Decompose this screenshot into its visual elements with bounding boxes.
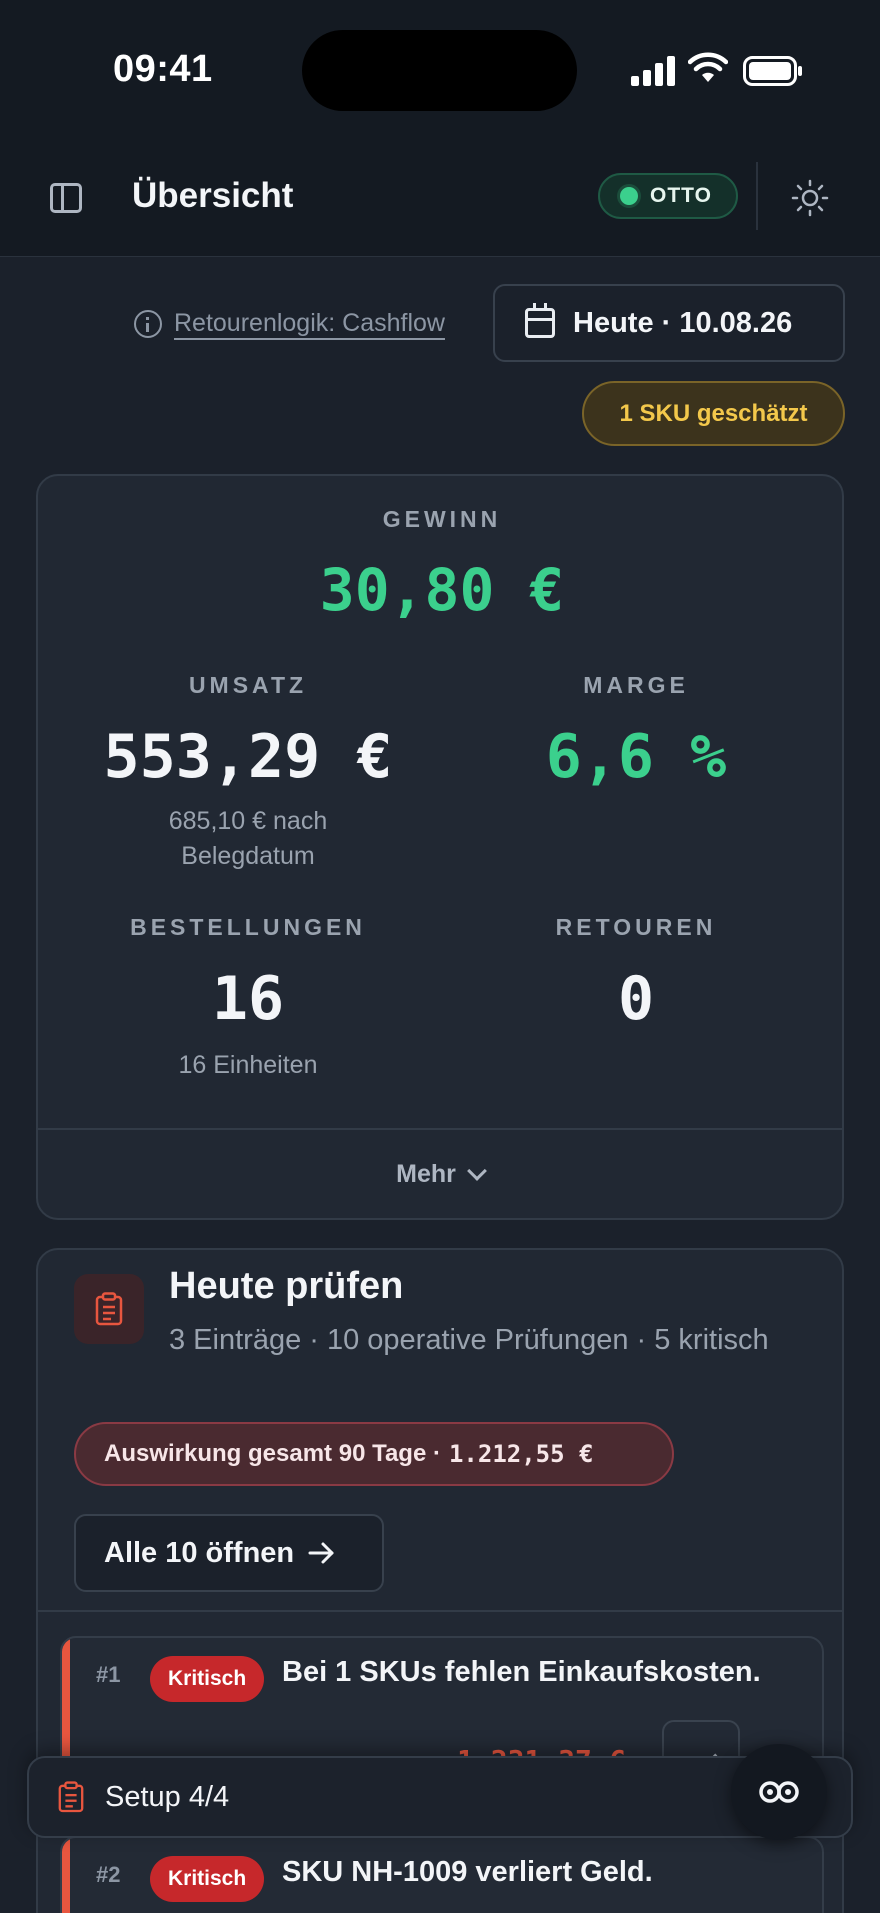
- date-picker-button[interactable]: Heute · 10.08.26: [493, 284, 845, 362]
- marketplace-badge[interactable]: OTTO: [598, 173, 738, 219]
- issue-item[interactable]: #2 Kritisch SKU NH-1009 verliert Geld.: [60, 1836, 824, 1913]
- return-logic-label: Retourenlogik: Cashflow: [174, 309, 445, 337]
- review-divider: [38, 1610, 842, 1612]
- status-time: 09:41: [113, 48, 213, 90]
- battery-icon: [743, 56, 802, 86]
- header-divider: [756, 162, 758, 230]
- setup-label: Setup 4/4: [105, 1780, 230, 1813]
- setup-bar[interactable]: Setup 4/4: [27, 1756, 853, 1838]
- more-button[interactable]: Mehr: [38, 1128, 842, 1218]
- sidebar-toggle-icon[interactable]: [50, 183, 82, 213]
- open-all-label: Alle 10 öffnen: [104, 1536, 295, 1569]
- severity-badge: Kritisch: [150, 1656, 265, 1702]
- chevron-down-icon: [466, 1161, 487, 1181]
- review-subtitle: 3 Einträge · 10 operative Prüfungen · 5 …: [169, 1324, 769, 1356]
- wifi-icon: [688, 52, 728, 82]
- dynamic-island: [302, 30, 577, 111]
- clipboard-icon: [58, 1781, 84, 1813]
- status-dot-icon: [620, 187, 638, 205]
- impact-badge: Auswirkung gesamt 90 Tage · 1.212,55 €: [74, 1422, 674, 1486]
- revenue-value: 553,29 €: [103, 722, 393, 792]
- kpi-card: GEWINN 30,80 € UMSATZ 553,29 € 685,10 € …: [36, 474, 844, 1220]
- issue-number: #2: [96, 1862, 121, 1887]
- revenue-note: 685,10 € nach Belegdatum: [168, 807, 328, 870]
- open-all-button[interactable]: Alle 10 öffnen: [74, 1514, 384, 1592]
- returns-value: 0: [617, 964, 655, 1034]
- clipboard-icon: [74, 1274, 144, 1344]
- profit-value: 30,80 €: [319, 556, 565, 624]
- marketplace-label: OTTO: [650, 184, 712, 207]
- severity-badge: Kritisch: [150, 1856, 265, 1902]
- review-title: Heute prüfen: [169, 1265, 404, 1307]
- severity-bar: [62, 1838, 70, 1913]
- orders-note: 16 Einheiten: [178, 1051, 318, 1079]
- issue-text: SKU NH-1009 verliert Geld.: [282, 1856, 653, 1888]
- return-logic-link[interactable]: Retourenlogik: Cashflow: [134, 309, 445, 338]
- profit-label: GEWINN: [382, 506, 502, 532]
- estimate-badge[interactable]: 1 SKU geschätzt: [582, 381, 845, 446]
- cellular-signal-icon: [631, 56, 675, 86]
- more-label: Mehr: [396, 1159, 456, 1188]
- date-label: Heute · 10.08.26: [573, 306, 793, 339]
- calendar-icon: [525, 303, 555, 338]
- owl-icon: [759, 1781, 799, 1803]
- arrow-right-icon: [308, 1542, 334, 1564]
- margin-value: 6,6 %: [545, 722, 727, 792]
- assistant-button[interactable]: [731, 1744, 827, 1840]
- impact-value: 1.212,55 €: [448, 1440, 594, 1468]
- impact-label: Auswirkung gesamt 90 Tage ·: [104, 1440, 441, 1467]
- returns-label: RETOUREN: [555, 914, 717, 940]
- page-title: Übersicht: [132, 176, 294, 215]
- margin-label: MARGE: [583, 672, 689, 698]
- orders-label: BESTELLUNGEN: [130, 914, 366, 940]
- issue-text: Bei 1 SKUs fehlen Einkaufskosten.: [282, 1656, 761, 1688]
- issue-number: #1: [96, 1662, 121, 1687]
- orders-value: 16: [211, 964, 285, 1034]
- sun-icon[interactable]: [790, 178, 830, 218]
- revenue-label: UMSATZ: [188, 672, 308, 698]
- info-icon: [134, 309, 162, 338]
